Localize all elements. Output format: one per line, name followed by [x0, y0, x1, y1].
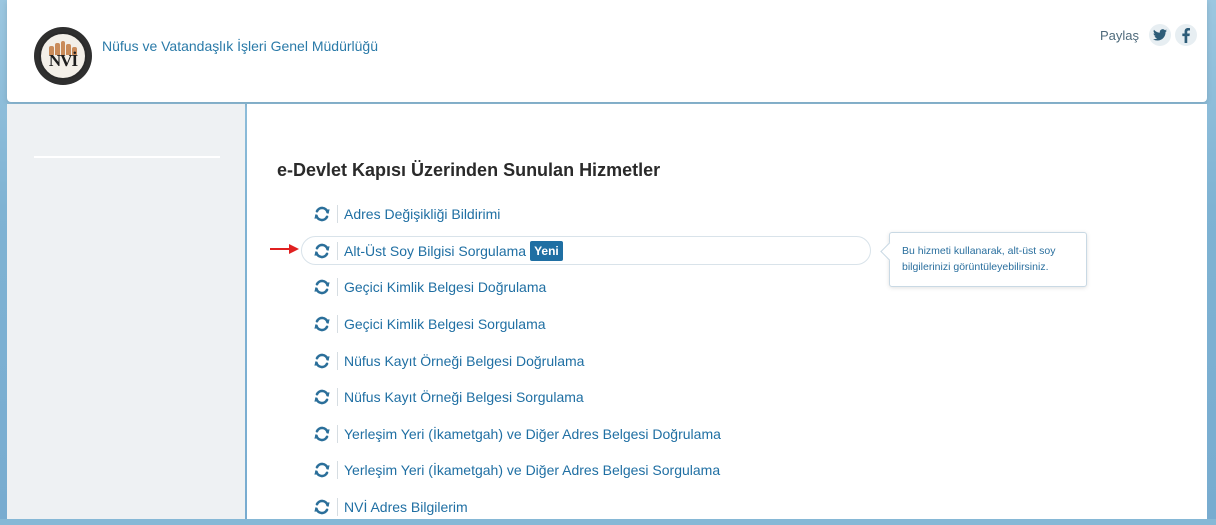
site-header: NVİ Nüfus ve Vatandaşlık İşleri Genel Mü…	[7, 0, 1207, 102]
service-link[interactable]: Nüfus Kayıt Örneği Belgesi Sorgulama	[344, 389, 584, 405]
twitter-icon[interactable]	[1149, 24, 1172, 46]
refresh-icon	[313, 425, 331, 443]
facebook-icon[interactable]	[1175, 24, 1198, 46]
separator	[337, 315, 338, 334]
service-link[interactable]: Adres Değişikliği Bildirimi	[344, 206, 500, 222]
service-list: Adres Değişikliği Bildirimi Alt-Üst Soy …	[301, 196, 873, 525]
separator	[337, 205, 338, 224]
separator	[337, 424, 338, 443]
service-item-nufus-kayit-dogrulama[interactable]: Nüfus Kayıt Örneği Belgesi Doğrulama	[303, 342, 873, 379]
service-link[interactable]: Yerleşim Yeri (İkametgah) ve Diğer Adres…	[344, 426, 721, 442]
new-badge: Yeni	[530, 240, 563, 261]
service-item-gecici-kimlik-sorgulama[interactable]: Geçici Kimlik Belgesi Sorgulama	[303, 306, 873, 343]
service-link[interactable]: Alt-Üst Soy Bilgisi Sorgulama	[344, 243, 526, 259]
separator	[337, 278, 338, 297]
service-item-gecici-kimlik-dogrulama[interactable]: Geçici Kimlik Belgesi Doğrulama	[303, 269, 873, 306]
service-link[interactable]: Yerleşim Yeri (İkametgah) ve Diğer Adres…	[344, 462, 720, 478]
service-item-nvi-adres[interactable]: NVİ Adres Bilgilerim	[303, 489, 873, 525]
share-bar: Paylaş	[1100, 24, 1198, 46]
service-item-adres-degisikligi[interactable]: Adres Değişikliği Bildirimi	[303, 196, 873, 233]
service-link[interactable]: NVİ Adres Bilgilerim	[344, 499, 468, 515]
separator	[337, 351, 338, 370]
nvi-logo[interactable]: NVİ	[34, 27, 92, 85]
refresh-icon	[313, 498, 331, 516]
separator	[337, 498, 338, 517]
refresh-icon	[313, 242, 331, 260]
sidebar	[7, 104, 245, 519]
refresh-icon	[313, 278, 331, 296]
separator	[337, 388, 338, 407]
service-link[interactable]: Geçici Kimlik Belgesi Sorgulama	[344, 316, 546, 332]
organization-title[interactable]: Nüfus ve Vatandaşlık İşleri Genel Müdürl…	[102, 38, 378, 54]
refresh-icon	[313, 461, 331, 479]
red-arrow-icon	[270, 242, 300, 260]
service-link[interactable]: Geçici Kimlik Belgesi Doğrulama	[344, 279, 546, 295]
main-content: e-Devlet Kapısı Üzerinden Sunulan Hizmet…	[247, 104, 1207, 519]
service-item-nufus-kayit-sorgulama[interactable]: Nüfus Kayıt Örneği Belgesi Sorgulama	[303, 379, 873, 416]
section-title: e-Devlet Kapısı Üzerinden Sunulan Hizmet…	[277, 160, 661, 180]
service-item-yerlesim-dogrulama[interactable]: Yerleşim Yeri (İkametgah) ve Diğer Adres…	[303, 416, 873, 453]
refresh-icon	[313, 352, 331, 370]
share-label: Paylaş	[1100, 27, 1140, 43]
service-item-alt-ust-soy[interactable]: Alt-Üst Soy Bilgisi Sorgulama Yeni	[301, 233, 873, 270]
service-link[interactable]: Nüfus Kayıt Örneği Belgesi Doğrulama	[344, 353, 584, 369]
sidebar-divider	[34, 156, 220, 158]
tooltip-text: Bu hizmeti kullanarak, alt-üst soy bilgi…	[902, 245, 1056, 273]
logo-seal: NVİ	[39, 32, 87, 80]
separator	[337, 461, 338, 480]
service-tooltip: Bu hizmeti kullanarak, alt-üst soy bilgi…	[880, 232, 1087, 287]
refresh-icon	[313, 205, 331, 223]
refresh-icon	[313, 388, 331, 406]
separator	[337, 241, 338, 260]
logo-text: NVİ	[48, 51, 78, 70]
refresh-icon	[313, 315, 331, 333]
service-item-yerlesim-sorgulama[interactable]: Yerleşim Yeri (İkametgah) ve Diğer Adres…	[303, 452, 873, 489]
